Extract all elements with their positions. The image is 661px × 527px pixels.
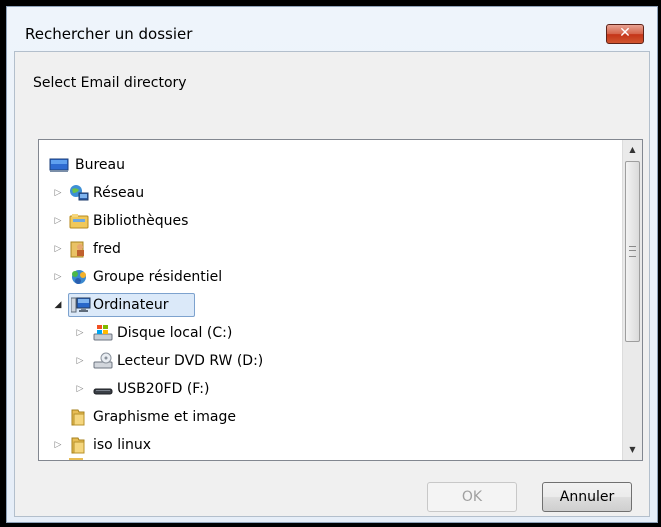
folder-icon (69, 458, 83, 460)
homegroup-icon (69, 268, 87, 286)
dialog-description: Select Email directory (33, 75, 187, 91)
tree-item-label: Disque local (C:) (117, 325, 233, 341)
tree-item-partial (69, 458, 99, 460)
tree-item-label: Bureau (75, 157, 125, 173)
tree-item-label: Lecteur DVD RW (D:) (117, 353, 264, 369)
tree-item-label: Groupe résidentiel (93, 269, 223, 285)
arrow-down-icon: ▼ (629, 445, 636, 454)
tree-item-label: Ordinateur (93, 297, 169, 313)
folder-icon (69, 408, 87, 426)
tree-item-label: fred (93, 241, 121, 257)
tree-item-usb20fd-f[interactable]: ▷ USB20FD (F:) (75, 377, 315, 401)
tree-item-ordinateur[interactable]: ◢ Ordinateur (53, 293, 253, 317)
tree-item-iso-linux[interactable]: ▷ iso linux (53, 433, 253, 457)
cancel-button[interactable]: Annuler (542, 482, 632, 512)
dvd-drive-icon (93, 352, 113, 370)
tree-item-lecteur-dvd-rw-d[interactable]: ▷ Lecteur DVD RW (D:) (75, 349, 335, 373)
scroll-thumb[interactable] (625, 161, 640, 342)
screen-frame: Rechercher un dossier ✕ Select Email dir… (0, 0, 661, 527)
expand-arrow-icon[interactable]: ▷ (53, 181, 63, 205)
tree-item-bureau[interactable]: Bureau (45, 153, 245, 177)
desktop-icon (49, 156, 69, 174)
folder-tree[interactable]: Bureau ▷ Réseau ▷ Bibliothèques ▷ fred ▷… (38, 139, 643, 461)
tree-item-label: Graphisme et image (93, 409, 236, 425)
tree-item-disque-local-c[interactable]: ▷ Disque local (C:) (75, 321, 315, 345)
tree-item-bibliotheques[interactable]: ▷ Bibliothèques (53, 209, 273, 233)
local-disk-icon (93, 324, 113, 342)
expand-arrow-icon[interactable]: ▷ (53, 433, 63, 457)
close-icon: ✕ (619, 25, 631, 41)
scroll-down-button[interactable]: ▼ (623, 440, 642, 460)
expand-arrow-icon[interactable]: ▷ (75, 349, 85, 373)
tree-item-label: Bibliothèques (93, 213, 189, 229)
expand-arrow-icon[interactable]: ▷ (53, 265, 63, 289)
tree-item-graphisme-et-image[interactable]: Graphisme et image (53, 405, 293, 429)
vertical-scrollbar[interactable]: ▲ ▼ (622, 140, 642, 460)
usb-drive-icon (93, 380, 113, 398)
tree-item-label: USB20FD (F:) (117, 381, 210, 397)
network-icon (69, 184, 89, 202)
folder-browser-dialog: Rechercher un dossier ✕ Select Email dir… (6, 6, 658, 523)
scroll-up-button[interactable]: ▲ (623, 140, 642, 160)
arrow-up-icon: ▲ (629, 145, 636, 154)
tree-item-groupe-residentiel[interactable]: ▷ Groupe résidentiel (53, 265, 293, 289)
tree-item-reseau[interactable]: ▷ Réseau (53, 181, 253, 205)
dialog-client-area: Select Email directory Bureau ▷ Réseau ▷… (14, 51, 650, 517)
close-button[interactable]: ✕ (606, 24, 644, 44)
tree-item-label: iso linux (93, 437, 152, 453)
title-bar[interactable]: Rechercher un dossier ✕ (7, 7, 657, 53)
grip-icon (629, 246, 636, 257)
expand-arrow-icon[interactable]: ▷ (75, 321, 85, 345)
libraries-icon (69, 212, 89, 230)
expand-arrow-icon[interactable]: ▷ (53, 209, 63, 233)
tree-item-fred[interactable]: ▷ fred (53, 237, 253, 261)
computer-icon (70, 296, 91, 314)
collapse-arrow-icon[interactable]: ◢ (53, 293, 63, 317)
folder-icon (69, 436, 87, 454)
window-title: Rechercher un dossier (25, 25, 193, 43)
expand-arrow-icon[interactable]: ▷ (53, 237, 63, 261)
tree-item-label: Réseau (93, 185, 145, 201)
expand-arrow-icon[interactable]: ▷ (75, 377, 85, 401)
user-folder-icon (69, 240, 87, 258)
ok-button[interactable]: OK (427, 482, 517, 512)
